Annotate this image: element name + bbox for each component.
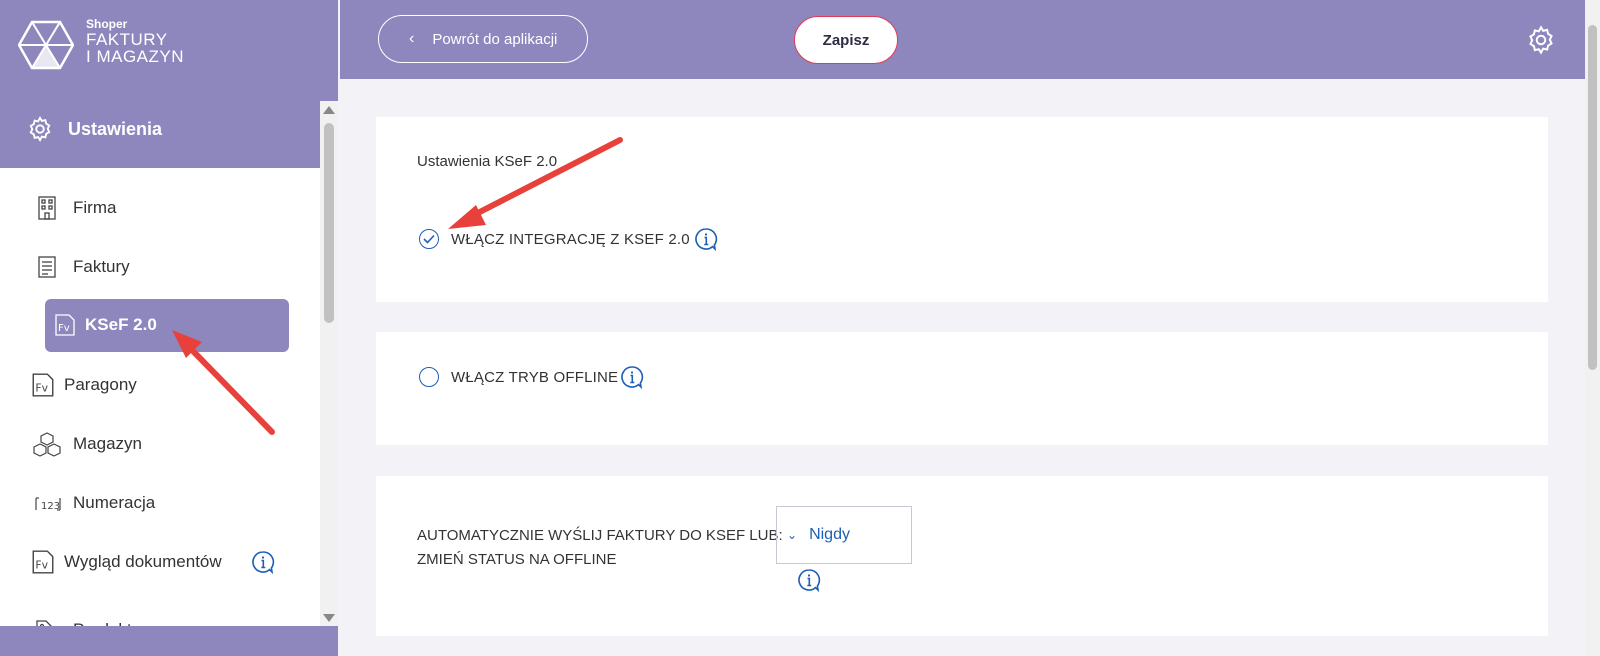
scroll-up-arrow-icon[interactable]: [323, 106, 335, 114]
back-button-label: Powrót do aplikacji: [432, 30, 558, 48]
sidebar-item-ksef[interactable]: Fv KSeF 2.0: [45, 299, 289, 352]
offline-mode-card: WŁĄCZ TRYB OFFLINE: [376, 332, 1548, 445]
brand-line2: I MAGAZYN: [86, 47, 185, 66]
boxes-icon: [33, 432, 61, 457]
page-scrollbar[interactable]: [1585, 0, 1600, 656]
sidebar-item-faktury[interactable]: Faktury: [0, 245, 318, 289]
info-icon[interactable]: [251, 550, 275, 574]
sidebar-item-numeracja[interactable]: 123 Numeracja: [0, 481, 318, 525]
scroll-down-arrow-icon[interactable]: [323, 614, 335, 622]
offline-label: WŁĄCZ TRYB OFFLINE: [451, 369, 619, 386]
numbering-icon: 123: [35, 497, 61, 512]
sidebar-item-wyglad-dokumentow[interactable]: Fv Wygląd dokumentów: [0, 540, 318, 584]
info-icon[interactable]: [797, 568, 821, 592]
check-icon: [423, 234, 435, 244]
sidebar-item-label: KSeF 2.0: [85, 315, 157, 334]
save-button[interactable]: Zapisz: [794, 16, 898, 64]
top-bar: ‹ Powrót do aplikacji Zapisz: [340, 0, 1585, 79]
offline-toggle[interactable]: [419, 367, 439, 387]
fv-icon: Fv: [32, 550, 54, 574]
settings-section-label: Ustawienia: [68, 119, 163, 139]
info-icon[interactable]: [694, 227, 718, 251]
gear-icon: [29, 116, 51, 142]
ksef-settings-card: Ustawienia KSeF 2.0 WŁĄCZ INTEGRACJĘ Z K…: [376, 117, 1548, 302]
info-icon[interactable]: [620, 365, 644, 389]
integration-toggle[interactable]: [419, 229, 439, 249]
sidebar-item-label: Wygląd dokumentów: [64, 552, 222, 571]
svg-text:Fv: Fv: [35, 559, 48, 572]
page-scroll-thumb[interactable]: [1588, 25, 1597, 370]
brand-line1: FAKTURY: [86, 30, 168, 49]
fv-icon: Fv: [32, 373, 54, 397]
sidebar-item-label: Faktury: [73, 257, 130, 276]
back-to-app-button[interactable]: ‹ Powrót do aplikacji: [378, 15, 588, 63]
svg-text:Fv: Fv: [35, 382, 48, 395]
sidebar-item-magazyn[interactable]: Magazyn: [0, 422, 318, 466]
building-icon: [38, 196, 56, 220]
sidebar-footer-section[interactable]: [0, 626, 338, 656]
card-title: Ustawienia KSeF 2.0: [417, 153, 558, 170]
sidebar-item-paragony[interactable]: Fv Paragony: [0, 363, 318, 407]
shoper-logo-icon: [18, 20, 74, 70]
sidebar-item-label: Numeracja: [73, 493, 156, 512]
gear-icon[interactable]: [1525, 24, 1557, 56]
brand-header: Shoper FAKTURY I MAGAZYN: [0, 0, 338, 101]
brand-small: Shoper: [86, 17, 128, 31]
sidebar: Shoper FAKTURY I MAGAZYN Ustawienia Firm…: [0, 0, 338, 656]
svg-text:Fv: Fv: [58, 323, 70, 334]
chevron-down-icon: ⌄: [787, 528, 798, 542]
sidebar-scrollbar[interactable]: [320, 101, 338, 631]
auto-send-card: AUTOMATYCZNIE WYŚLIJ FAKTURY DO KSEF LUB…: [376, 476, 1548, 636]
sidebar-item-label: Magazyn: [73, 434, 142, 453]
document-icon: [38, 256, 56, 278]
brand-title: FAKTURY I MAGAZYN: [86, 31, 184, 65]
integration-label: WŁĄCZ INTEGRACJĘ Z KSEF 2.0: [451, 231, 690, 248]
settings-section-header[interactable]: Ustawienia: [0, 101, 338, 168]
sidebar-item-firma[interactable]: Firma: [0, 186, 318, 230]
chevron-left-icon: ‹: [409, 30, 415, 47]
sidebar-scroll-thumb[interactable]: [324, 123, 334, 323]
sidebar-item-label: Firma: [73, 198, 117, 217]
auto-send-value: Nigdy: [809, 526, 850, 543]
auto-send-label: AUTOMATYCZNIE WYŚLIJ FAKTURY DO KSEF LUB…: [417, 527, 783, 568]
auto-send-select[interactable]: ⌄ Nigdy: [776, 506, 912, 564]
fv-icon: Fv: [55, 314, 75, 336]
sidebar-item-label: Paragony: [64, 375, 137, 394]
